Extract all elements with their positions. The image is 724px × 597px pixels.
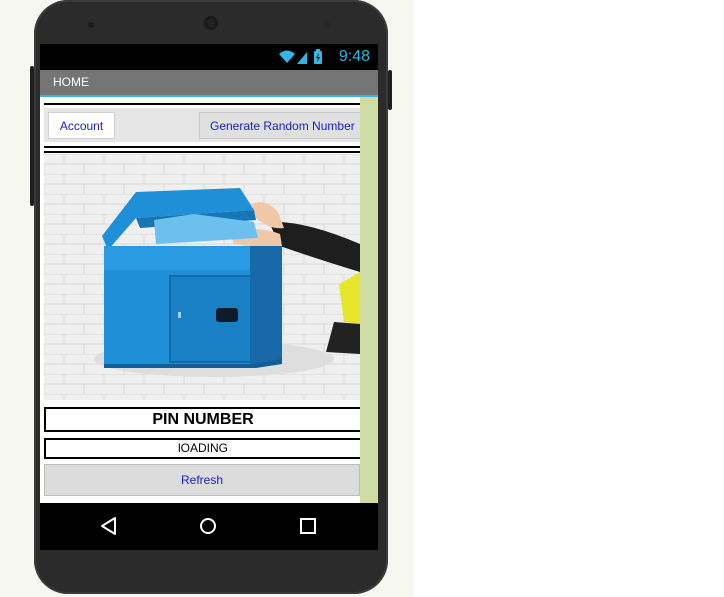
parcel-box-illustration (44, 154, 360, 400)
back-icon[interactable] (97, 514, 121, 538)
signal-icon (297, 52, 307, 64)
front-camera (204, 16, 218, 30)
phone-screen: 9:48 HOME Account Generate Random Number (40, 44, 378, 550)
button-row: Account Generate Random Number (44, 108, 369, 142)
divider-after-buttons (44, 146, 360, 148)
parcel-box-image (44, 154, 360, 400)
status-bar: 9:48 (40, 44, 378, 70)
front-sensor (88, 22, 94, 28)
screen-content[interactable]: Account Generate Random Number PIN NUMBE… (40, 97, 378, 503)
phone-power-button (30, 66, 34, 206)
front-sensor-right (324, 22, 330, 28)
battery-charging-icon (314, 49, 322, 64)
top-divider (44, 103, 360, 105)
recents-icon[interactable] (296, 514, 320, 538)
phone-volume-button (388, 70, 392, 110)
status-icons (279, 49, 322, 64)
refresh-button[interactable]: Refresh (44, 464, 360, 496)
status-time: 9:48 (338, 48, 370, 65)
screen-title: HOME (53, 75, 89, 89)
account-button[interactable]: Account (48, 112, 115, 139)
wifi-icon (279, 50, 295, 63)
divider-above-image (44, 151, 360, 153)
pin-value-label: lOADING (44, 438, 362, 459)
pin-number-heading: PIN NUMBER (44, 407, 362, 432)
navigation-bar (40, 503, 378, 550)
generate-random-number-button[interactable]: Generate Random Number (199, 112, 369, 139)
title-bar: HOME (40, 70, 378, 95)
vertical-scrollbar[interactable] (360, 97, 378, 503)
home-icon[interactable] (196, 514, 220, 538)
